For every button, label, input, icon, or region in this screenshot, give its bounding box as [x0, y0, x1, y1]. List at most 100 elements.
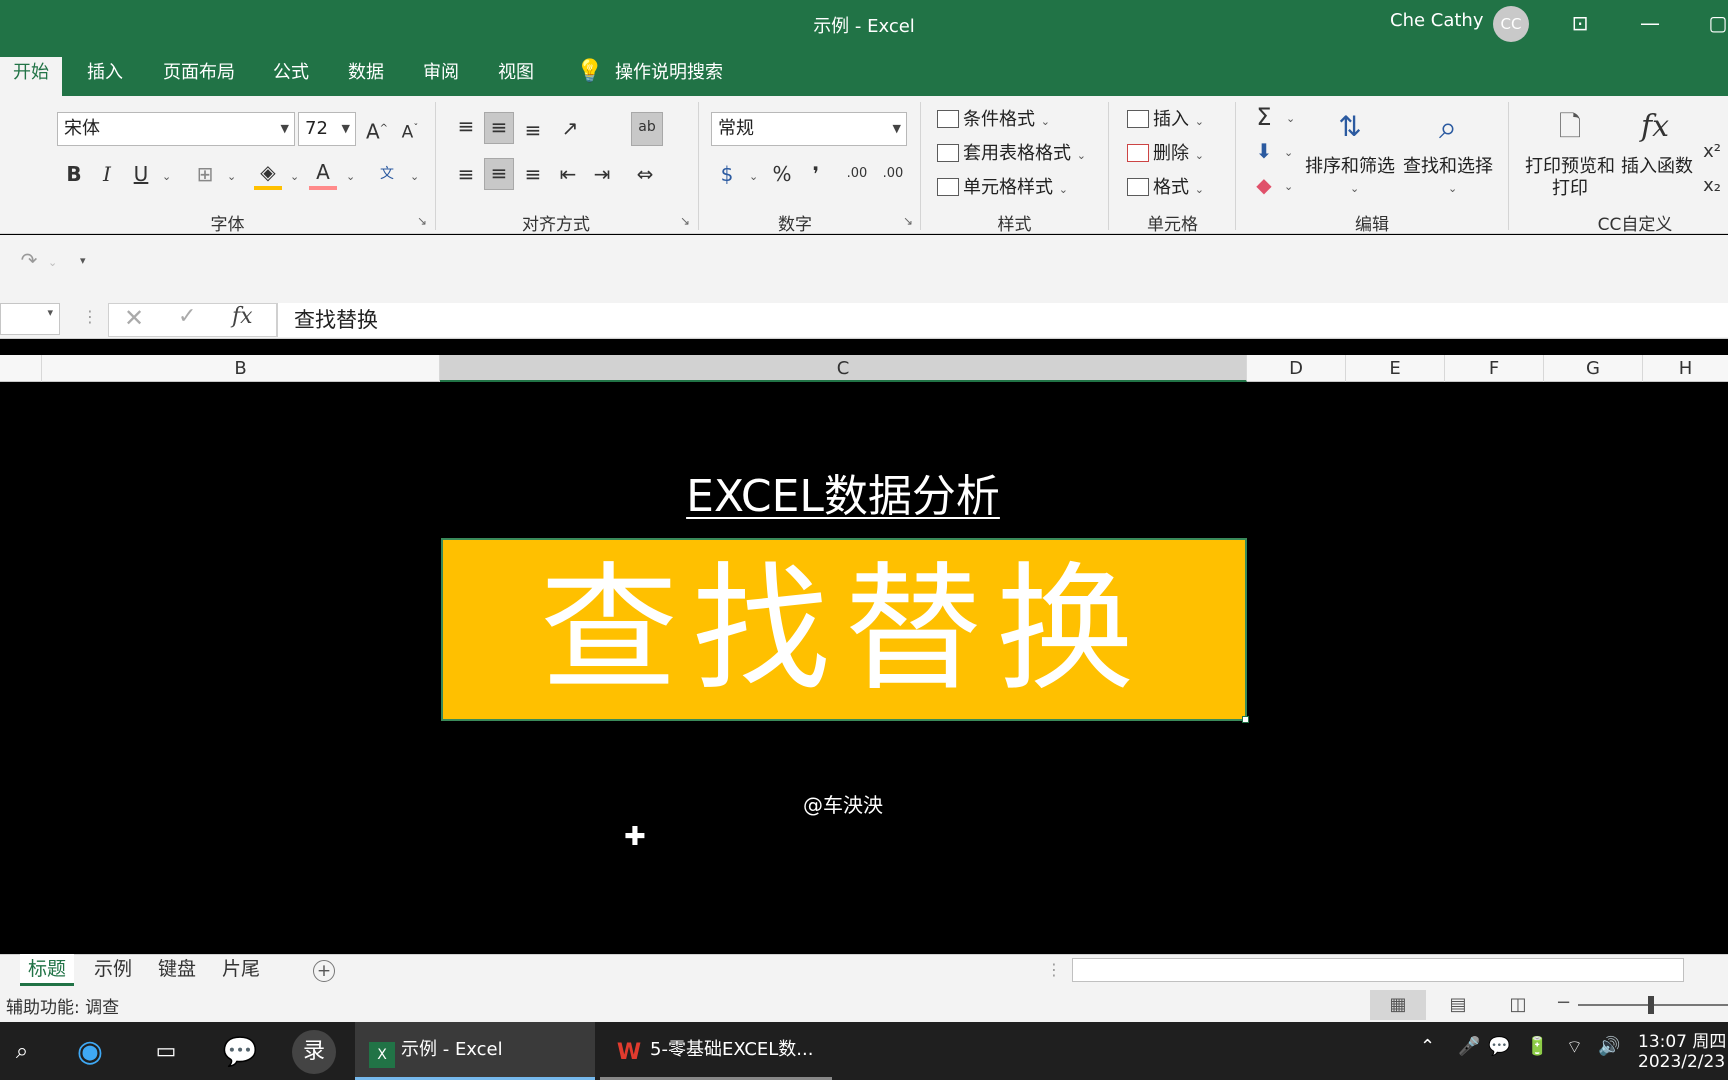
volume-icon[interactable]: 🔊: [1598, 1036, 1620, 1057]
page-break-view-icon[interactable]: ◫: [1490, 990, 1546, 1020]
sheet-tab-keyboard[interactable]: 键盘: [150, 954, 204, 986]
insert-function-button[interactable]: 插入函数: [1612, 156, 1702, 178]
insert-cells-button[interactable]: 插入 ⌄: [1127, 105, 1204, 131]
customize-qat-icon[interactable]: ▾: [80, 254, 86, 267]
fill-color-icon[interactable]: ◈: [254, 158, 282, 190]
column-header-h[interactable]: H: [1643, 355, 1728, 382]
comma-button[interactable]: ❜: [802, 160, 830, 188]
align-top-icon[interactable]: ≡: [452, 112, 480, 140]
print-preview-label-line1[interactable]: 打印预览和: [1520, 156, 1620, 178]
print-preview-icon[interactable]: 🗋: [1547, 104, 1593, 152]
redo-icon[interactable]: ↷: [14, 246, 44, 274]
name-box[interactable]: ▾: [0, 303, 60, 335]
column-header-f[interactable]: F: [1445, 355, 1544, 382]
taskbar-wps[interactable]: W 5-零基础EXCEL数...: [600, 1022, 832, 1080]
dialog-launcher-icon[interactable]: ↘: [417, 214, 427, 228]
conditional-formatting-button[interactable]: 条件格式 ⌄: [937, 105, 1050, 131]
merge-center-icon[interactable]: ⇔: [630, 160, 660, 188]
dialog-launcher-icon[interactable]: ↘: [680, 214, 690, 228]
search-icon[interactable]: ⌕: [0, 1030, 44, 1074]
author-credit[interactable]: @车泱泱: [440, 789, 1246, 818]
clock-time[interactable]: 13:07 周四: [1638, 1027, 1726, 1052]
autosum-icon[interactable]: Σ: [1250, 103, 1278, 131]
shrink-font-button[interactable]: Aˇ: [396, 115, 424, 147]
terminal-icon[interactable]: ▭: [144, 1030, 188, 1074]
clock-date[interactable]: 2023/2/23: [1638, 1052, 1725, 1072]
column-header-b[interactable]: B: [42, 355, 440, 382]
align-bottom-icon[interactable]: ≡: [519, 116, 547, 144]
decrease-indent-icon[interactable]: ⇤: [554, 160, 582, 188]
chevron-down-icon[interactable]: ⌄: [749, 170, 758, 183]
minimize-icon[interactable]: —: [1632, 8, 1668, 38]
borders-icon[interactable]: ⊞: [191, 160, 219, 188]
find-select-button[interactable]: 查找和选择: [1398, 156, 1498, 178]
chevron-down-icon[interactable]: ⌄: [290, 170, 299, 183]
chevron-down-icon[interactable]: ⌄: [227, 170, 236, 183]
tell-me-search[interactable]: 操作说明搜索: [602, 57, 736, 96]
align-center-icon[interactable]: ≡: [484, 158, 514, 190]
add-sheet-icon[interactable]: +: [313, 960, 335, 982]
align-left-icon[interactable]: ≡: [452, 160, 480, 188]
clear-eraser-icon[interactable]: ◆: [1250, 171, 1278, 199]
avatar[interactable]: CC: [1493, 6, 1529, 42]
delete-cells-button[interactable]: 删除 ⌄: [1127, 139, 1204, 165]
increase-indent-icon[interactable]: ⇥: [588, 160, 616, 188]
chevron-down-icon[interactable]: ⌄: [410, 170, 419, 183]
format-as-table-button[interactable]: 套用表格格式 ⌄: [937, 139, 1086, 165]
tab-splitter-icon[interactable]: ⋮: [1046, 960, 1062, 979]
orientation-icon[interactable]: ↗: [556, 114, 584, 142]
battery-icon[interactable]: 🔋: [1526, 1036, 1548, 1057]
column-header-d[interactable]: D: [1247, 355, 1346, 382]
ribbon-display-icon[interactable]: ⊡: [1562, 8, 1598, 38]
zoom-out-icon[interactable]: −: [1556, 992, 1571, 1013]
cancel-icon[interactable]: ✕: [124, 304, 144, 332]
microphone-icon[interactable]: 🎤: [1458, 1036, 1480, 1057]
restore-icon[interactable]: ▢: [1700, 8, 1728, 38]
tab-view[interactable]: 视图: [485, 57, 547, 96]
tray-overflow-icon[interactable]: ⌃: [1420, 1036, 1435, 1057]
tab-review[interactable]: 审阅: [410, 57, 472, 96]
sort-filter-icon[interactable]: ⇅: [1325, 104, 1375, 152]
fill-handle[interactable]: [1242, 716, 1249, 723]
underline-button[interactable]: U: [127, 160, 155, 188]
tab-home[interactable]: 开始: [0, 57, 62, 96]
increase-decimal-button[interactable]: .00: [840, 160, 874, 188]
format-cells-button[interactable]: 格式 ⌄: [1127, 173, 1204, 199]
font-size-select[interactable]: 72 ▼: [298, 112, 356, 146]
column-header-g[interactable]: G: [1544, 355, 1643, 382]
cell-styles-button[interactable]: 单元格样式 ⌄: [937, 173, 1068, 199]
search-icon[interactable]: ⌕: [1423, 104, 1473, 152]
column-header-c[interactable]: C: [440, 355, 1247, 382]
grow-font-button[interactable]: A^: [363, 115, 391, 146]
chevron-down-icon[interactable]: ⌄: [162, 170, 171, 183]
font-name-select[interactable]: 宋体 ▼: [57, 112, 295, 146]
edge-browser-icon[interactable]: ◉: [68, 1030, 112, 1074]
chevron-down-icon[interactable]: ⌄: [1286, 112, 1295, 125]
percent-button[interactable]: %: [768, 160, 796, 188]
sheet-heading[interactable]: EXCEL数据分析: [440, 460, 1246, 524]
zoom-slider-thumb[interactable]: [1648, 996, 1654, 1014]
subscript-icon[interactable]: x₂: [1700, 172, 1724, 200]
tab-data[interactable]: 数据: [335, 57, 397, 96]
italic-button[interactable]: I: [93, 160, 121, 188]
normal-view-icon[interactable]: ▦: [1370, 990, 1426, 1020]
chevron-down-icon[interactable]: ⌄: [1284, 180, 1293, 193]
tab-formulas[interactable]: 公式: [260, 57, 322, 96]
user-name[interactable]: Che Cathy: [1390, 10, 1484, 31]
phonetic-icon[interactable]: 文: [372, 160, 402, 188]
superscript-icon[interactable]: x²: [1700, 138, 1724, 166]
horizontal-scrollbar[interactable]: [1072, 958, 1684, 982]
currency-icon[interactable]: $: [713, 160, 741, 188]
sheet-tab-ending[interactable]: 片尾: [214, 954, 268, 986]
bold-button[interactable]: B: [60, 160, 88, 188]
column-header-e[interactable]: E: [1346, 355, 1445, 382]
formula-input[interactable]: 查找替换: [277, 303, 1728, 337]
align-right-icon[interactable]: ≡: [519, 160, 547, 188]
chevron-down-icon[interactable]: ⌄: [346, 170, 355, 183]
chevron-down-icon[interactable]: ⌄: [48, 256, 57, 269]
font-color-icon[interactable]: A: [309, 158, 337, 190]
sheet-tab-example[interactable]: 示例: [86, 954, 140, 986]
insert-function-icon[interactable]: fx: [1632, 104, 1678, 152]
recorder-icon[interactable]: 录: [292, 1030, 336, 1074]
tab-insert[interactable]: 插入: [74, 57, 136, 96]
